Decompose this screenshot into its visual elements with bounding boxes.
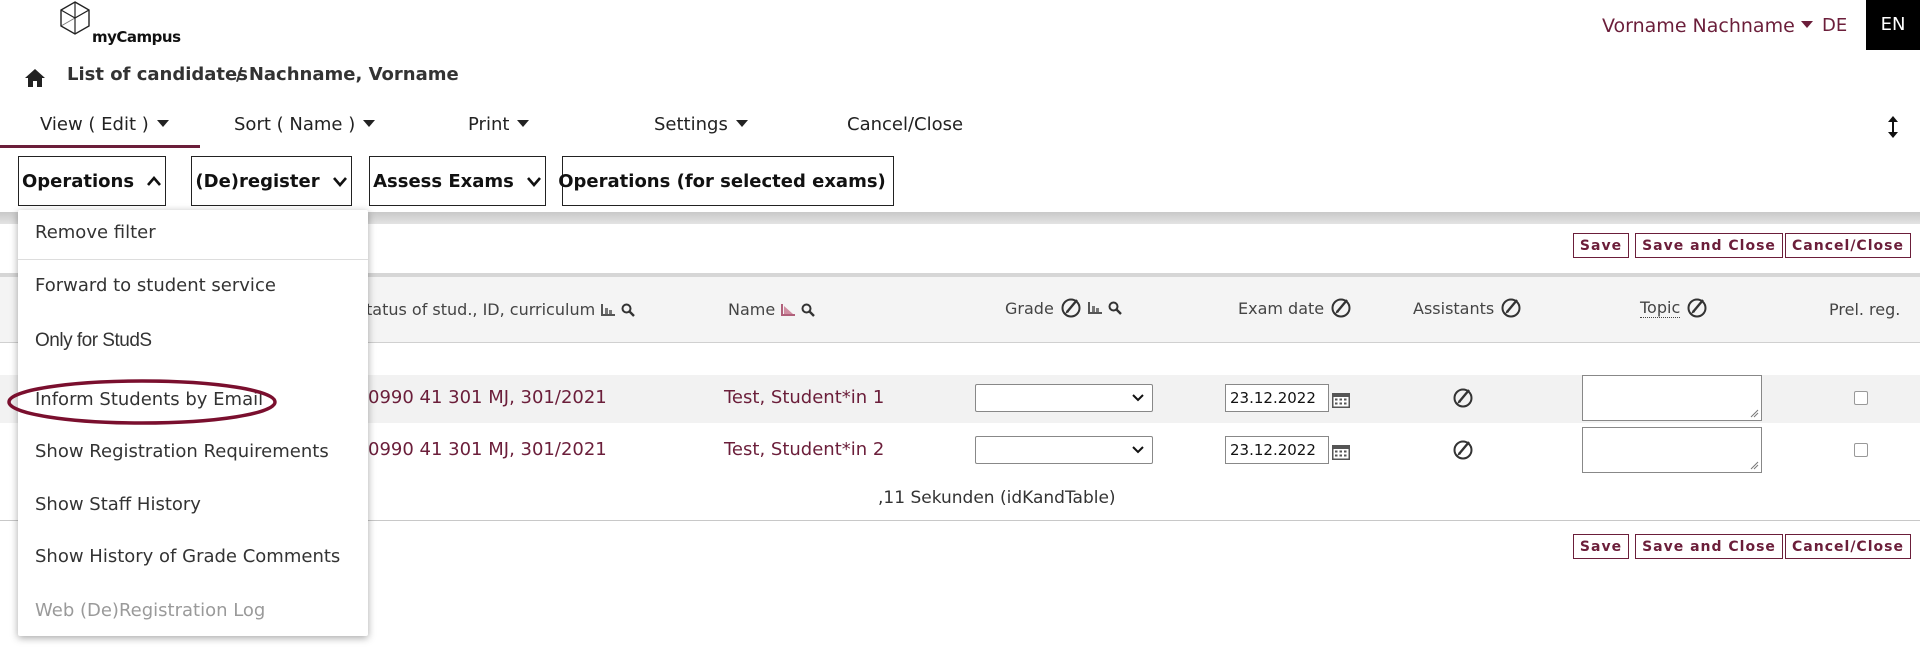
highlight-ellipse-annotation: [7, 379, 277, 425]
save-and-close-button-bottom[interactable]: Save and Close: [1635, 534, 1783, 559]
topic-textarea[interactable]: [1582, 375, 1762, 421]
save-button-bottom[interactable]: Save: [1573, 534, 1629, 559]
menu-print[interactable]: Print: [468, 114, 530, 135]
caret-down-icon: [363, 119, 376, 127]
language-de[interactable]: DE: [1822, 15, 1847, 36]
user-menu[interactable]: Vorname Nachname: [1602, 15, 1813, 37]
menu-settings-label: Settings: [654, 114, 728, 135]
student-name[interactable]: Test, Student*in 1: [724, 387, 884, 408]
table-render-time: ,11 Sekunden (idKandTable): [878, 488, 1116, 508]
cancel-close-button-bottom[interactable]: Cancel/Close: [1785, 534, 1911, 559]
menu-item-show-staff-history[interactable]: Show Staff History: [35, 494, 201, 515]
expand-vertical-icon[interactable]: [1886, 116, 1900, 138]
student-id-curriculum[interactable]: 0990 41 301 MJ, 301/2021: [368, 439, 607, 460]
edit-all-icon[interactable]: [1060, 297, 1082, 319]
language-en[interactable]: EN: [1866, 0, 1920, 50]
menu-cancel-close[interactable]: Cancel/Close: [847, 114, 963, 135]
search-icon[interactable]: [1108, 301, 1122, 315]
column-header-status: tatus of stud., ID, curriculum: [366, 300, 636, 319]
save-and-close-button-top[interactable]: Save and Close: [1635, 233, 1783, 258]
column-header-assistants-label: Assistants: [1413, 298, 1495, 318]
assess-exams-label: Assess Exams: [373, 170, 514, 192]
menu-item-web-registration-log: Web (De)Registration Log: [35, 600, 266, 621]
column-header-exam-date-label: Exam date: [1238, 298, 1325, 318]
menu-view[interactable]: View ( Edit ): [40, 114, 169, 135]
deregister-dropdown[interactable]: (De)register: [191, 156, 352, 206]
chevron-down-icon: [1132, 446, 1144, 454]
active-tab-indicator: [0, 145, 200, 148]
operations-selected-label: Operations (for selected exams): [558, 170, 886, 192]
chevron-down-icon: [1132, 394, 1144, 402]
chevron-down-icon: [332, 177, 347, 187]
menu-item-only-for-studs[interactable]: Only for StudS: [35, 330, 152, 352]
menu-view-label: View ( Edit ): [40, 114, 149, 135]
edit-assistants-icon[interactable]: [1452, 439, 1474, 461]
search-icon[interactable]: [801, 303, 816, 317]
sort-icon[interactable]: [1087, 302, 1102, 314]
menu-item-show-registration-requirements[interactable]: Show Registration Requirements: [35, 441, 329, 462]
home-icon[interactable]: [24, 68, 46, 88]
column-header-grade-label: Grade: [1005, 298, 1054, 318]
caret-down-icon: [517, 119, 530, 127]
search-icon[interactable]: [621, 303, 636, 317]
edit-all-icon[interactable]: [1686, 297, 1708, 319]
column-header-assistants: Assistants: [1413, 297, 1522, 319]
breadcrumb-list-of-candidates[interactable]: List of candidates: [67, 64, 248, 85]
exam-date-input[interactable]: 23.12.2022: [1225, 436, 1329, 464]
caret-down-icon: [156, 119, 169, 127]
column-header-prel-reg: Prel. reg.: [1829, 300, 1901, 319]
menu-item-forward-student-service[interactable]: Forward to student service: [35, 275, 276, 296]
edit-all-icon[interactable]: [1500, 297, 1522, 319]
topic-textarea[interactable]: [1582, 427, 1762, 473]
chevron-up-icon: [147, 176, 162, 186]
assess-exams-dropdown[interactable]: Assess Exams: [369, 156, 546, 206]
save-button-top[interactable]: Save: [1573, 233, 1629, 258]
breadcrumb-current: / Nachname, Vorname: [236, 64, 459, 85]
chevron-down-icon: [526, 177, 541, 187]
prel-reg-checkbox[interactable]: [1854, 443, 1868, 457]
caret-down-icon: [1800, 21, 1813, 28]
user-name: Vorname Nachname: [1602, 15, 1795, 37]
exam-date-input[interactable]: 23.12.2022: [1225, 384, 1329, 412]
column-header-grade: Grade: [1005, 297, 1122, 319]
calendar-icon[interactable]: [1332, 444, 1350, 460]
logo-text: myCampus: [92, 28, 181, 46]
column-header-name-label: Name: [728, 300, 776, 319]
resize-grip-icon[interactable]: [1749, 460, 1759, 470]
column-header-exam-date: Exam date: [1238, 297, 1352, 319]
menu-print-label: Print: [468, 114, 510, 135]
cancel-close-button-top[interactable]: Cancel/Close: [1785, 233, 1911, 258]
edit-assistants-icon[interactable]: [1452, 387, 1474, 409]
menu-settings[interactable]: Settings: [654, 114, 748, 135]
column-header-name: Name: [728, 300, 816, 319]
student-name[interactable]: Test, Student*in 2: [724, 439, 884, 460]
caret-down-icon: [735, 119, 748, 127]
sort-icon[interactable]: [601, 303, 616, 316]
menu-item-show-grade-comments-history[interactable]: Show History of Grade Comments: [35, 546, 340, 567]
calendar-icon[interactable]: [1332, 392, 1350, 408]
menu-sort[interactable]: Sort ( Name ): [234, 114, 376, 135]
menu-item-remove-filter[interactable]: Remove filter: [35, 222, 156, 243]
resize-grip-icon[interactable]: [1749, 408, 1759, 418]
operations-dropdown[interactable]: Operations: [18, 156, 166, 206]
column-header-topic-label: Topic: [1640, 298, 1681, 318]
grade-select[interactable]: [975, 384, 1153, 412]
column-header-topic: Topic: [1640, 297, 1708, 319]
prel-reg-checkbox[interactable]: [1854, 391, 1868, 405]
edit-all-icon[interactable]: [1330, 297, 1352, 319]
student-id-curriculum[interactable]: 0990 41 301 MJ, 301/2021: [368, 387, 607, 408]
menu-sort-label: Sort ( Name ): [234, 114, 356, 135]
operations-label: Operations: [21, 170, 135, 192]
operations-selected-dropdown[interactable]: Operations (for selected exams): [558, 156, 894, 206]
menu-divider: [18, 259, 368, 260]
deregister-label: (De)register: [195, 170, 320, 192]
sort-active-icon[interactable]: [781, 303, 796, 316]
grade-select[interactable]: [975, 436, 1153, 464]
column-header-status-label: tatus of stud., ID, curriculum: [366, 300, 596, 319]
